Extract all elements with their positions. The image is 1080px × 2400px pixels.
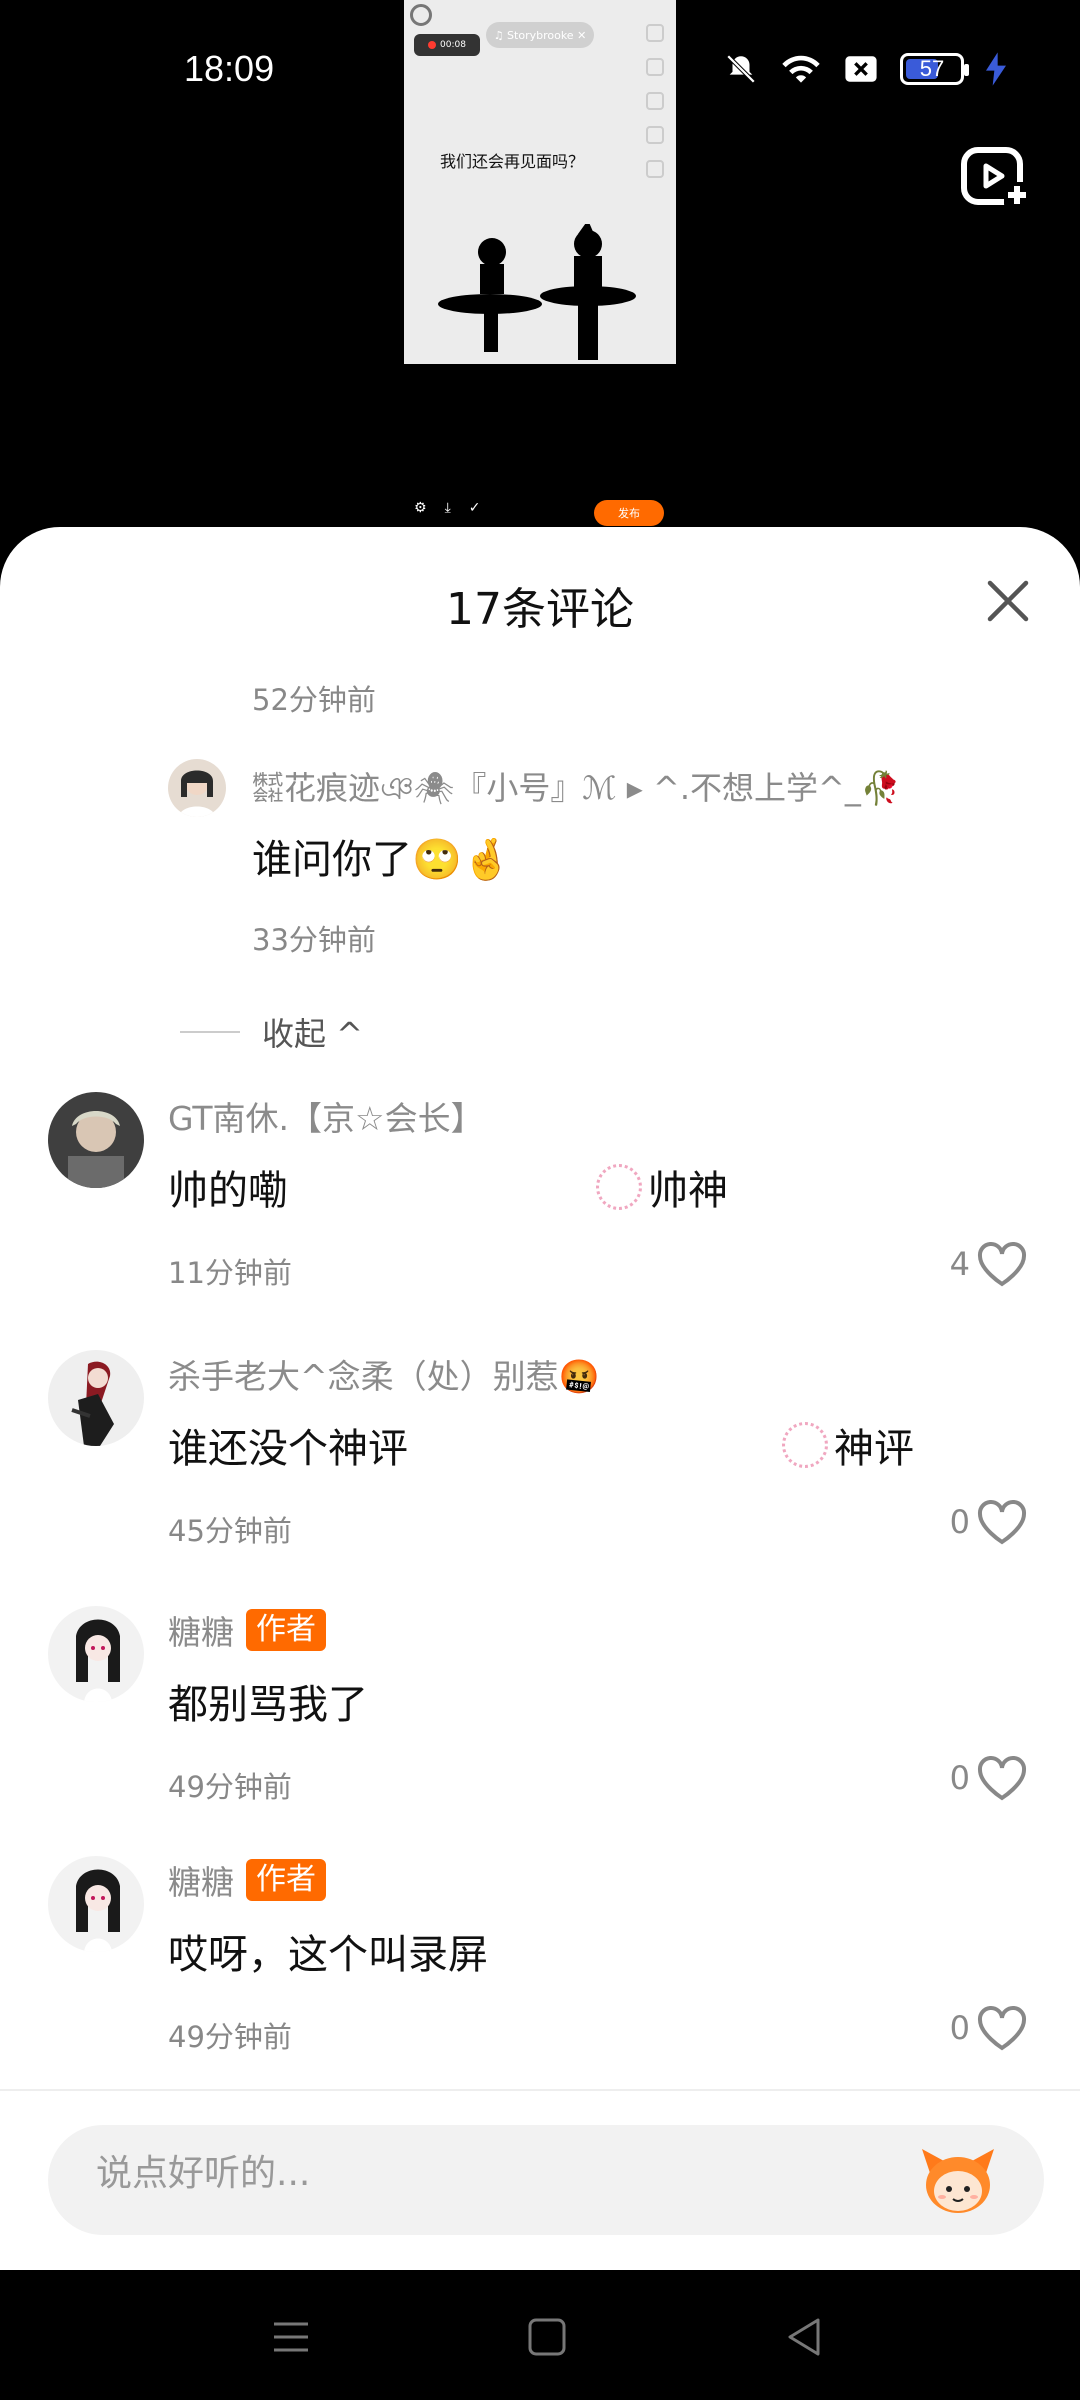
comment-username[interactable]: 糖糖 作者 (168, 1856, 326, 1904)
comment-time: 49分钟前 (168, 1770, 292, 1804)
recording-badge: 00:08 (414, 34, 480, 56)
comment-username[interactable]: 杀手老大^念柔（处）别惹🤬 (168, 1350, 600, 1398)
comment-username-text: 糖糖 (168, 1863, 234, 1902)
author-badge: 作者 (246, 1859, 326, 1901)
comment-time: 45分钟前 (168, 1514, 292, 1548)
input-divider (0, 2089, 1080, 2091)
comment-item: 糖糖 作者 哎呀，这个叫录屏 49分钟前 0 (0, 1856, 1080, 2096)
sim-x-icon (845, 56, 877, 82)
mascot-emoji-icon[interactable] (918, 2143, 998, 2217)
tag-flower-icon (596, 1164, 642, 1210)
record-circle-icon (410, 4, 432, 26)
silhouette-figures (438, 224, 636, 360)
like-count: 0 (949, 1503, 970, 1541)
comment-username-text: GT南休.【京☆会长】 (168, 1099, 484, 1138)
like-button[interactable]: 0 (950, 1754, 1028, 1802)
avatar[interactable] (48, 1350, 144, 1446)
comment-time: 49分钟前 (168, 2020, 292, 2054)
heart-icon (977, 1241, 1027, 1287)
wifi-icon (782, 55, 820, 83)
like-button[interactable]: 0 (950, 1498, 1028, 1546)
reply-time: 33分钟前 (252, 923, 376, 957)
comment-tag: 帅神 (596, 1158, 728, 1216)
bell-mute-icon (726, 54, 756, 84)
system-nav-bar (0, 2270, 1080, 2400)
comment-input-box[interactable] (48, 2125, 1044, 2235)
heart-icon (977, 1499, 1027, 1545)
comment-username-text: 杀手老大^念柔（处）别惹🤬 (168, 1357, 600, 1396)
status-icons: 57 (724, 52, 1006, 86)
back-icon[interactable] (782, 2314, 828, 2360)
preview-caption: 我们还会再见面吗？ (440, 152, 585, 171)
close-icon[interactable] (984, 577, 1032, 625)
comment-username[interactable]: GT南休.【京☆会长】 (168, 1092, 484, 1140)
reply-time-1: 52分钟前 (252, 683, 376, 717)
status-time: 18:09 (184, 48, 275, 89)
comment-text: 谁还没个神评 (168, 1426, 408, 1472)
like-count: 4 (949, 1245, 970, 1283)
like-count: 0 (949, 1759, 970, 1797)
add-video-button[interactable] (960, 146, 1032, 210)
heart-icon (977, 2005, 1027, 2051)
comment-username[interactable]: 糖糖 作者 (168, 1606, 326, 1654)
sheet-title: 17条评论 (446, 584, 634, 635)
collapse-divider (180, 1031, 240, 1033)
like-button[interactable]: 4 (950, 1240, 1028, 1288)
comment-sheet: 17条评论 52分钟前 ㍿花痕迹ঞ🕷『小号』ℳ ▸ ^.不想上学^_🥀 谁问你了… (0, 527, 1080, 2270)
comment-tag: 神评 (782, 1416, 914, 1474)
comment-item: GT南休.【京☆会长】 帅的嘞 帅神 11分钟前 4 (0, 1092, 1080, 1332)
home-icon[interactable] (524, 2314, 570, 2360)
settings-icon[interactable]: ⚙ (414, 500, 427, 516)
author-badge: 作者 (246, 1609, 326, 1651)
download-icon[interactable]: ⤓ (445, 500, 451, 516)
recording-time: 00:08 (440, 40, 466, 50)
avatar[interactable] (48, 1092, 144, 1188)
heart-icon (977, 1755, 1027, 1801)
collapse-label: 收起 ^ (262, 1015, 363, 1053)
comment-tag-label: 神评 (834, 1426, 914, 1472)
reply-text: 谁问你了🙄🤞 (252, 837, 512, 883)
video-preview[interactable]: 00:08 ♫ Storybrooke ✕ 我们还会再见面吗？ (404, 0, 676, 364)
comment-text: 哎呀，这个叫录屏 (168, 1932, 488, 1978)
collapse-replies-button[interactable]: 收起 ^ (180, 1009, 363, 1055)
comment-time: 11分钟前 (168, 1256, 292, 1290)
menu-icon[interactable] (268, 2314, 314, 2360)
preview-side-tools (646, 24, 664, 178)
reply-username[interactable]: ㍿花痕迹ঞ🕷『小号』ℳ ▸ ^.不想上学^_🥀 (252, 763, 901, 817)
avatar[interactable] (48, 1856, 144, 1952)
like-count: 0 (949, 2009, 970, 2047)
comment-input[interactable] (96, 2153, 896, 2194)
check-icon[interactable]: ✓ (469, 500, 481, 516)
comment-item: 糖糖 作者 都别骂我了 49分钟前 0 (0, 1606, 1080, 1846)
charging-icon (986, 52, 1006, 86)
comment-username-text: 糖糖 (168, 1613, 234, 1652)
comment-text: 帅的嘞 (168, 1168, 288, 1214)
avatar[interactable] (168, 759, 226, 817)
avatar[interactable] (48, 1606, 144, 1702)
comment-text: 都别骂我了 (168, 1682, 368, 1728)
publish-button[interactable]: 发布 (594, 500, 664, 526)
like-button[interactable]: 0 (950, 2004, 1028, 2052)
music-pill[interactable]: ♫ Storybrooke ✕ (486, 22, 594, 48)
preview-tools: ⚙ ⤓ ✓ (414, 500, 481, 516)
battery-icon: 57 (900, 53, 969, 85)
comment-tag-label: 帅神 (648, 1168, 728, 1214)
battery-level: 57 (919, 56, 945, 81)
comment-item: 杀手老大^念柔（处）别惹🤬 谁还没个神评 神评 45分钟前 0 (0, 1350, 1080, 1590)
tag-flower-icon (782, 1422, 828, 1468)
